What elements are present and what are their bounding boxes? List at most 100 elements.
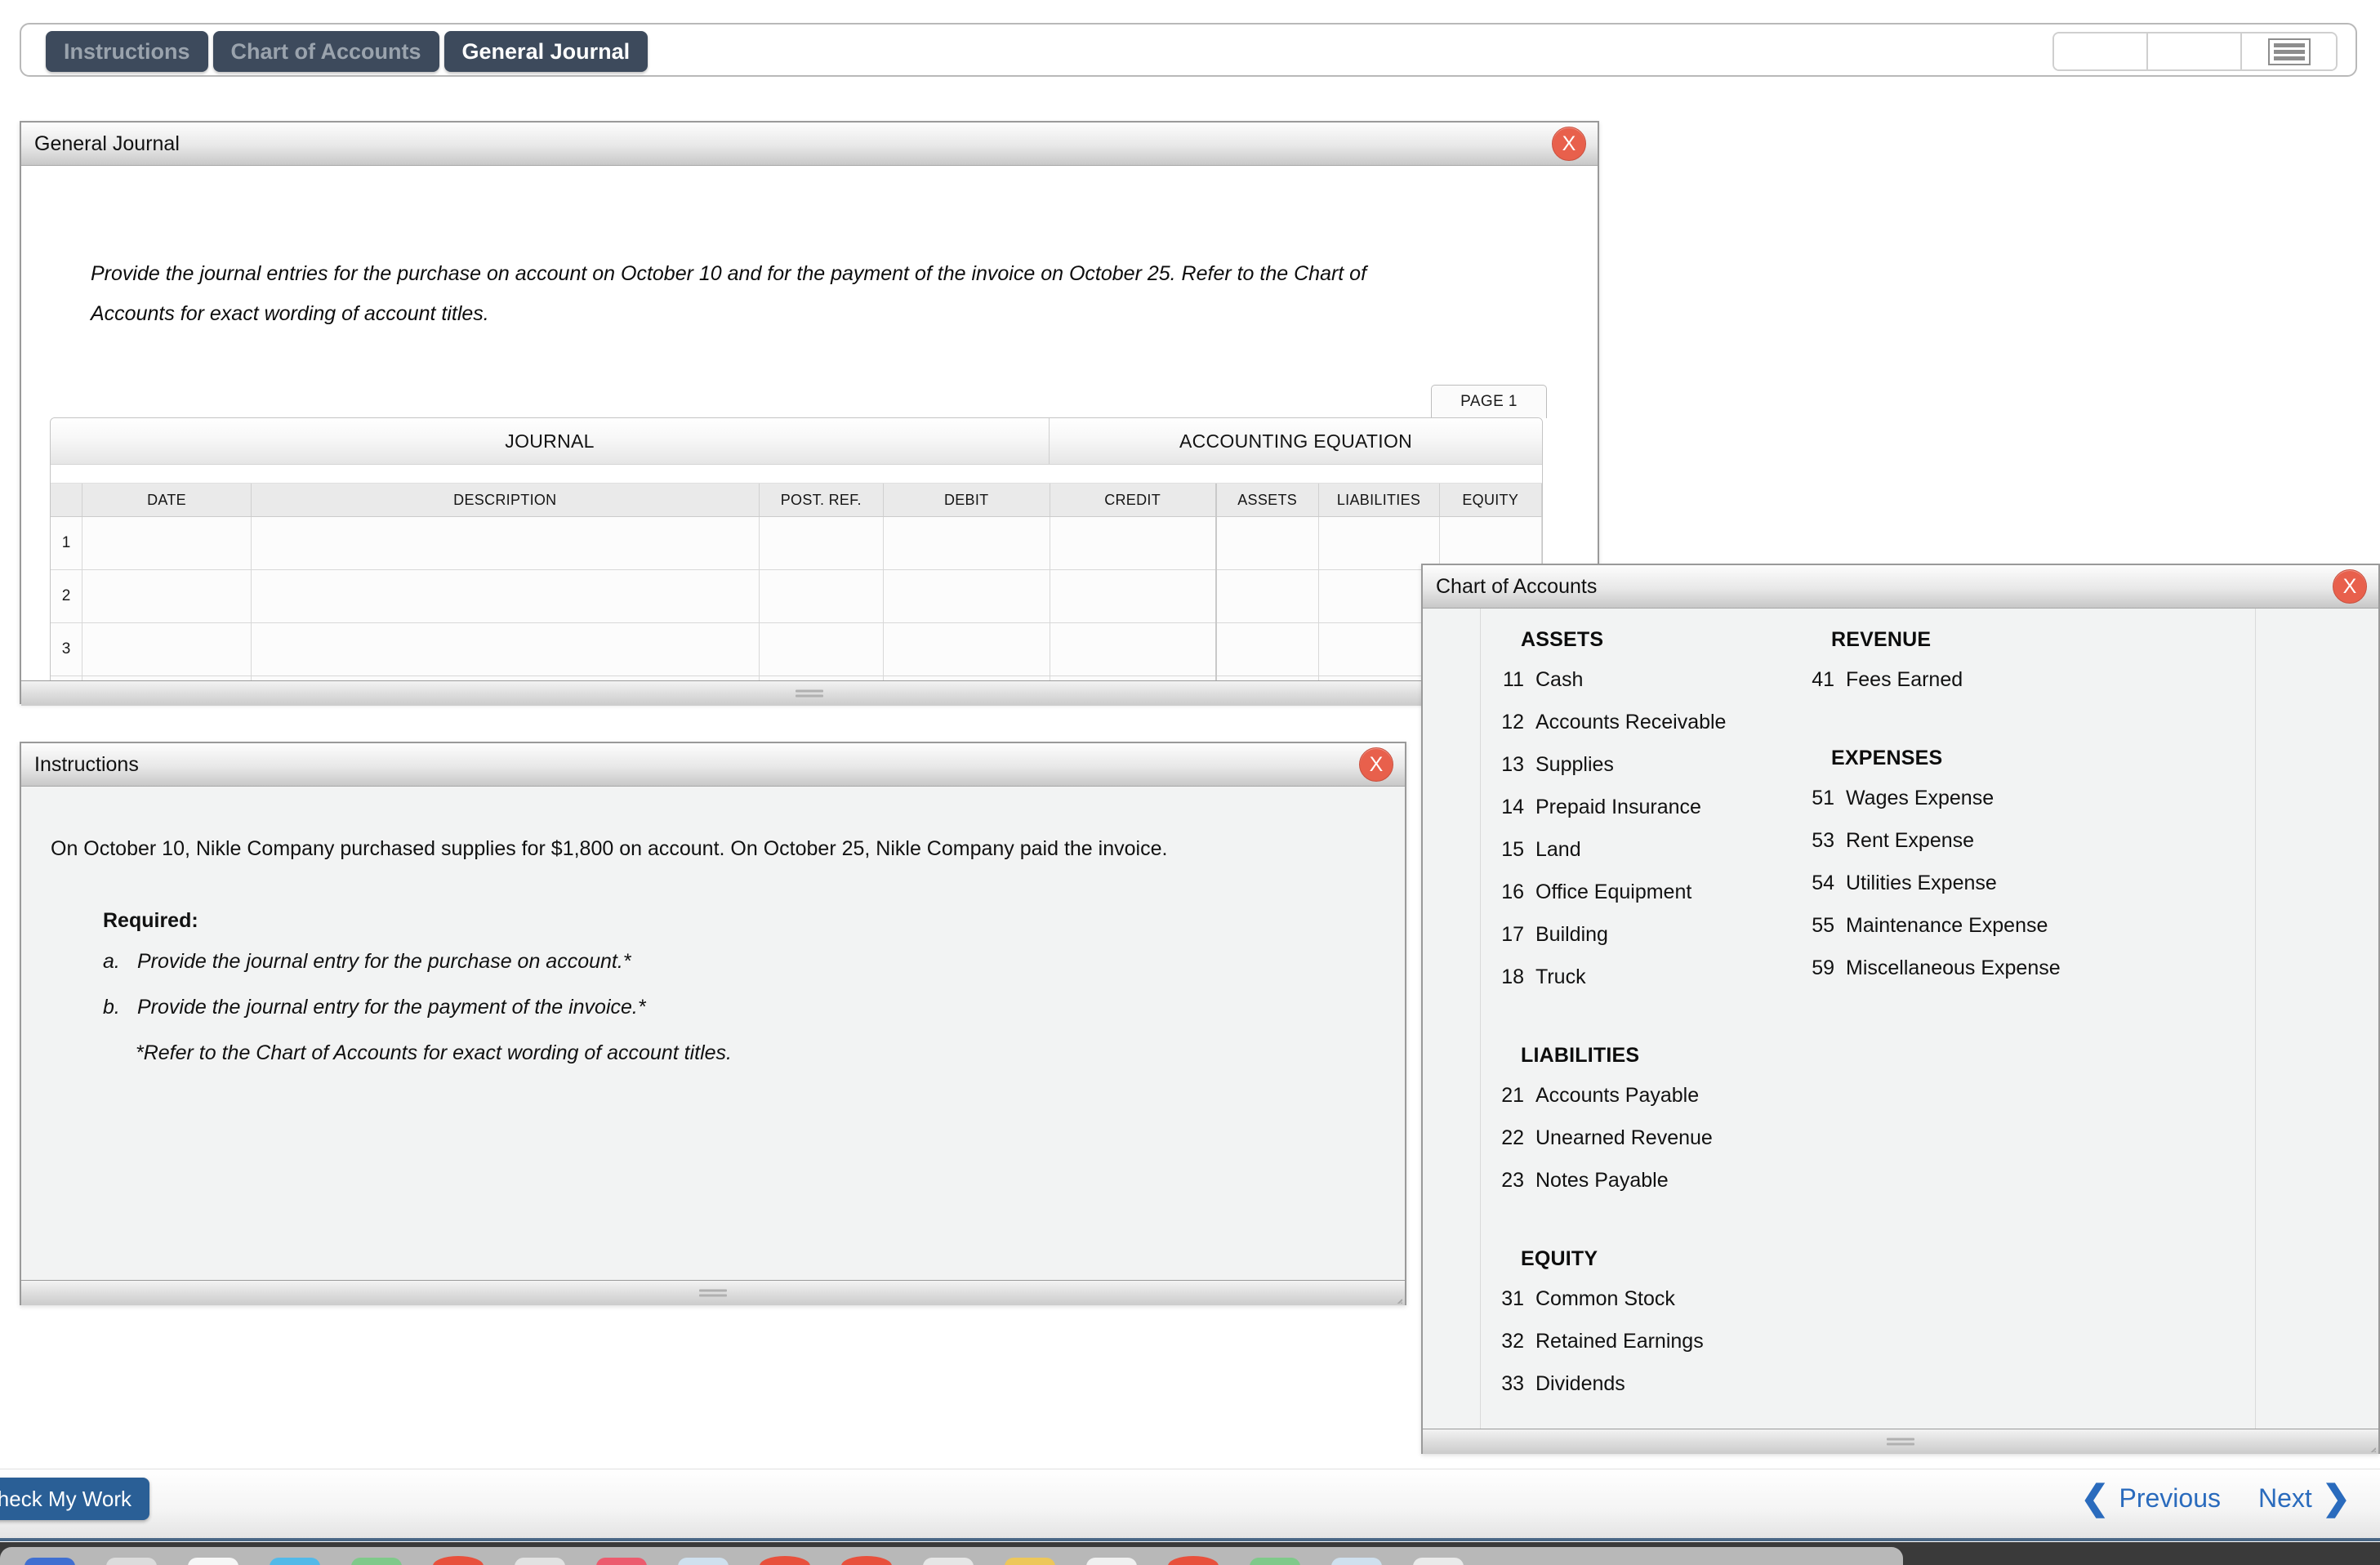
dock-icon-14[interactable]: [1086, 1558, 1137, 1565]
chart-of-accounts-resize-bar[interactable]: [1423, 1429, 2378, 1454]
account-row[interactable]: 31 Common Stock: [1486, 1277, 1830, 1320]
dock-icon-13[interactable]: [1005, 1558, 1055, 1565]
account-number: 59: [1812, 956, 1834, 979]
instructions-titlebar: Instructions X: [21, 743, 1405, 787]
footer-bar: Check My Work ❮ Previous Next ❯: [0, 1469, 2380, 1541]
page-tab[interactable]: PAGE 1: [1431, 385, 1547, 418]
account-row[interactable]: 41 Fees Earned: [1797, 658, 2156, 701]
account-row[interactable]: 59 Miscellaneous Expense: [1797, 947, 2156, 989]
account-row[interactable]: 14 Prepaid Insurance: [1486, 786, 1830, 828]
tab-general-journal[interactable]: General Journal: [443, 31, 648, 72]
cell-equity[interactable]: [1439, 516, 1542, 570]
account-row[interactable]: 21 Accounts Payable: [1486, 1074, 1830, 1117]
dock-icons[interactable]: [25, 1556, 1464, 1565]
dock-icon-9[interactable]: [678, 1558, 729, 1565]
cell-credit[interactable]: [1050, 569, 1217, 623]
dock-icon-6[interactable]: [433, 1556, 484, 1565]
account-number: 16: [1501, 881, 1524, 903]
account-number: 12: [1501, 711, 1524, 733]
dock-icon-15[interactable]: [1168, 1556, 1219, 1565]
dock-icon-3[interactable]: [188, 1558, 238, 1565]
dock-icon-18[interactable]: [1413, 1558, 1464, 1565]
instructions-list: a. Provide the journal entry for the pur…: [103, 950, 646, 1041]
check-my-work-button[interactable]: Check My Work: [0, 1478, 149, 1520]
account-row[interactable]: 32 Retained Earnings: [1486, 1320, 1830, 1362]
cell-description[interactable]: [251, 569, 760, 623]
account-number: 17: [1501, 923, 1524, 946]
cell-assets[interactable]: [1215, 622, 1319, 676]
cell-liabilities[interactable]: [1318, 516, 1440, 570]
dock-icon-5[interactable]: [351, 1558, 402, 1565]
next-button[interactable]: Next ❯: [2258, 1481, 2351, 1515]
dock-icon-10[interactable]: [760, 1556, 810, 1565]
account-row[interactable]: 18 Truck: [1486, 956, 1830, 998]
cell-date[interactable]: [82, 516, 252, 570]
cell-debit[interactable]: [883, 569, 1050, 623]
account-row[interactable]: 23 Notes Payable: [1486, 1159, 1830, 1202]
account-row[interactable]: 16 Office Equipment: [1486, 871, 1830, 913]
cell-post-ref[interactable]: [759, 622, 884, 676]
dock-icon-8[interactable]: [596, 1558, 647, 1565]
account-row[interactable]: 51 Wages Expense: [1797, 777, 2156, 819]
cell-date[interactable]: [82, 569, 252, 623]
account-number: 51: [1812, 787, 1834, 809]
cell-description[interactable]: [251, 622, 760, 676]
cell-post-ref[interactable]: [759, 569, 884, 623]
toolbar-button-1[interactable]: [2054, 33, 2148, 69]
tab-chart-of-accounts[interactable]: Chart of Accounts: [212, 31, 439, 72]
column-header-date: DATE: [82, 484, 252, 517]
close-icon[interactable]: X: [2333, 569, 2367, 604]
account-row[interactable]: 12 Accounts Receivable: [1486, 701, 1830, 743]
cell-assets[interactable]: [1215, 516, 1319, 570]
account-row[interactable]: 13 Supplies: [1486, 743, 1830, 786]
tab-instructions[interactable]: Instructions: [46, 31, 208, 72]
dock-icon-1[interactable]: [25, 1558, 75, 1565]
cell-description[interactable]: [251, 516, 760, 570]
cell-assets[interactable]: [1215, 569, 1319, 623]
toolbar-menu-button[interactable]: [2242, 33, 2336, 69]
cell-post-ref[interactable]: [759, 516, 884, 570]
account-row[interactable]: 33 Dividends: [1486, 1362, 1830, 1405]
account-row[interactable]: 15 Land: [1486, 828, 1830, 871]
section-heading-equity: EQUITY: [1521, 1247, 1598, 1270]
list-item-text: Provide the journal entry for the purcha…: [137, 950, 631, 973]
dock-icon-16[interactable]: [1250, 1558, 1300, 1565]
menu-icon: [2267, 38, 2311, 65]
cell-credit[interactable]: [1050, 622, 1217, 676]
dock-icon-12[interactable]: [923, 1558, 974, 1565]
previous-button[interactable]: ❮ Previous: [2080, 1481, 2221, 1515]
account-row[interactable]: 17 Building: [1486, 913, 1830, 956]
cell-credit[interactable]: [1050, 516, 1217, 570]
account-row[interactable]: 55 Maintenance Expense: [1797, 904, 2156, 947]
resize-corner-icon[interactable]: [2356, 1433, 2376, 1452]
instructions-footnote: *Refer to the Chart of Accounts for exac…: [136, 1041, 732, 1064]
toolbar-button-2[interactable]: [2148, 33, 2242, 69]
dock-icon-7[interactable]: [515, 1558, 565, 1565]
instructions-required-label: Required:: [103, 909, 198, 932]
account-row[interactable]: 54 Utilities Expense: [1797, 862, 2156, 904]
dock-icon-17[interactable]: [1331, 1558, 1382, 1565]
resize-corner-icon[interactable]: [1383, 1284, 1402, 1304]
cell-debit[interactable]: [883, 622, 1050, 676]
dock-icon-2[interactable]: [106, 1558, 157, 1565]
dock-icon-11[interactable]: [841, 1556, 892, 1565]
account-row[interactable]: 11 Cash: [1486, 658, 1830, 701]
dock-icon-4[interactable]: [270, 1558, 320, 1565]
account-name: Land: [1535, 838, 1581, 861]
list-item-text: Provide the journal entry for the paymen…: [137, 996, 646, 1019]
account-row[interactable]: 22 Unearned Revenue: [1486, 1117, 1830, 1159]
account-number: 18: [1501, 965, 1524, 988]
instructions-resize-bar[interactable]: [21, 1280, 1405, 1305]
resize-grip-icon: [1887, 1436, 1914, 1448]
cell-debit[interactable]: [883, 516, 1050, 570]
close-icon[interactable]: X: [1552, 127, 1586, 161]
close-icon[interactable]: X: [1359, 747, 1393, 782]
account-name: Maintenance Expense: [1846, 914, 2048, 937]
account-number: 22: [1501, 1126, 1524, 1149]
list-item-marker: b.: [103, 996, 120, 1019]
account-row[interactable]: 53 Rent Expense: [1797, 819, 2156, 862]
general-journal-resize-bar[interactable]: [21, 680, 1598, 706]
account-name: Wages Expense: [1846, 787, 1994, 809]
general-journal-title: General Journal: [34, 132, 180, 155]
cell-date[interactable]: [82, 622, 252, 676]
